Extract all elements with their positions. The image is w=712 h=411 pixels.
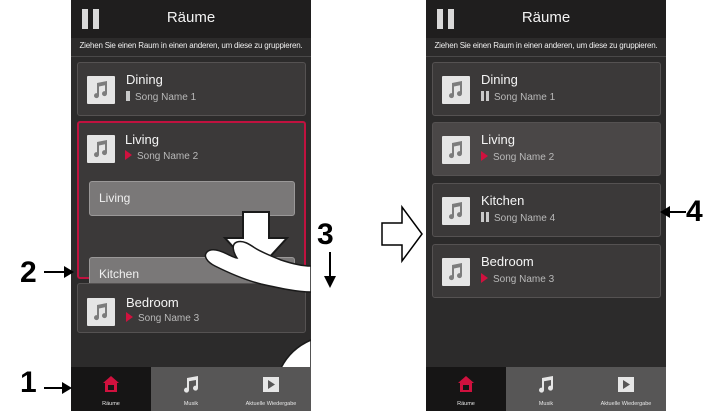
song-line: Song Name 3 — [481, 273, 554, 285]
room-name: Dining — [126, 72, 163, 87]
pause-icon — [481, 212, 491, 222]
song-line: Song Name 4 — [481, 212, 555, 224]
music-note-icon — [539, 376, 554, 393]
song-name: Song Name 2 — [493, 152, 555, 163]
bottom-nav: Räume Musik Aktuelle Wiedergabe — [71, 367, 311, 411]
music-note-icon — [449, 263, 463, 281]
room-name: Dining — [481, 72, 518, 87]
group-hint: Ziehen Sie einen Raum in einen anderen, … — [79, 41, 303, 50]
music-note-icon — [449, 202, 463, 220]
page-title: Räume — [166, 9, 216, 26]
room-dining[interactable]: Dining Song Name 1 — [432, 62, 661, 116]
step-4-label: 4 — [686, 195, 703, 228]
album-art-icon — [87, 76, 115, 104]
rooms-screen-left: Räume Ziehen Sie einen Raum in einen and… — [71, 0, 311, 411]
arrow-right-icon — [44, 266, 74, 278]
play-icon — [126, 312, 133, 322]
hand-pointer-icon — [204, 240, 311, 368]
song-line: Song Name 2 — [481, 151, 554, 163]
song-name: Song Name 1 — [494, 92, 556, 103]
divider — [71, 56, 311, 57]
tab-music[interactable]: Musik — [151, 367, 231, 411]
step-2-label: 2 — [20, 256, 37, 289]
house-icon — [458, 376, 474, 392]
play-icon — [481, 273, 488, 283]
right-arrow-icon — [381, 204, 423, 264]
drag-gesture — [204, 211, 311, 368]
song-line: Song Name 1 — [126, 91, 196, 103]
play-icon — [481, 151, 488, 161]
album-art-icon — [87, 298, 115, 326]
music-note-icon — [449, 141, 463, 159]
divider — [426, 56, 666, 57]
play-icon — [125, 150, 132, 160]
song-name: Song Name 4 — [494, 213, 556, 224]
arrow-right-icon — [44, 382, 72, 394]
arrow-down-icon — [324, 252, 336, 288]
song-line: Song Name 2 — [125, 150, 198, 162]
album-art-icon — [442, 197, 470, 225]
room-name: Bedroom — [126, 295, 179, 310]
song-name: Song Name 1 — [135, 92, 197, 103]
album-art-icon — [442, 136, 470, 164]
room-kitchen[interactable]: Kitchen Song Name 4 — [432, 183, 661, 237]
music-note-icon — [449, 81, 463, 99]
top-bar: Räume — [71, 0, 311, 38]
tab-label: Aktuelle Wiedergabe — [245, 401, 297, 407]
album-art-icon — [87, 135, 115, 163]
step-3-label: 3 — [317, 218, 334, 251]
song-line: Song Name 3 — [126, 312, 199, 324]
tab-rooms[interactable]: Räume — [426, 367, 506, 411]
rooms-screen-right: Räume Ziehen Sie einen Raum in einen and… — [426, 0, 666, 411]
stopped-icon — [126, 91, 130, 101]
song-line: Song Name 1 — [481, 91, 555, 103]
album-art-icon — [442, 258, 470, 286]
tab-music[interactable]: Musik — [506, 367, 586, 411]
pause-icon — [481, 91, 491, 101]
room-name: Kitchen — [481, 193, 525, 208]
step-1-label: 1 — [20, 366, 37, 399]
tab-label: Musik — [183, 401, 199, 407]
tab-label: Musik — [538, 401, 554, 407]
music-note-icon — [94, 140, 108, 158]
play-icon — [618, 377, 634, 392]
music-note-icon — [184, 376, 199, 393]
room-name: Bedroom — [481, 254, 534, 269]
page-title: Räume — [521, 9, 571, 26]
room-living[interactable]: Living Song Name 2 — [432, 122, 661, 176]
play-icon — [263, 377, 279, 392]
song-name: Song Name 3 — [138, 313, 200, 324]
room-dining[interactable]: Dining Song Name 1 — [77, 62, 306, 116]
music-note-icon — [94, 303, 108, 321]
bottom-nav: Räume Musik Aktuelle Wiedergabe — [426, 367, 666, 411]
group-hint: Ziehen Sie einen Raum in einen anderen, … — [434, 41, 658, 50]
tab-now-playing[interactable]: Aktuelle Wiedergabe — [231, 367, 311, 411]
room-bedroom[interactable]: Bedroom Song Name 3 — [432, 244, 661, 298]
tab-label: Räume — [457, 401, 475, 407]
tab-rooms[interactable]: Räume — [71, 367, 151, 411]
album-art-icon — [442, 76, 470, 104]
tab-label: Aktuelle Wiedergabe — [600, 401, 652, 407]
house-icon — [103, 376, 119, 392]
song-name: Song Name 2 — [137, 151, 199, 162]
tab-label: Räume — [102, 401, 120, 407]
room-name: Living — [481, 132, 515, 147]
room-name: Living — [125, 132, 159, 147]
top-bar: Räume — [426, 0, 666, 38]
song-name: Song Name 3 — [493, 274, 555, 285]
music-note-icon — [94, 81, 108, 99]
tab-now-playing[interactable]: Aktuelle Wiedergabe — [586, 367, 666, 411]
arrow-left-icon — [660, 206, 686, 218]
